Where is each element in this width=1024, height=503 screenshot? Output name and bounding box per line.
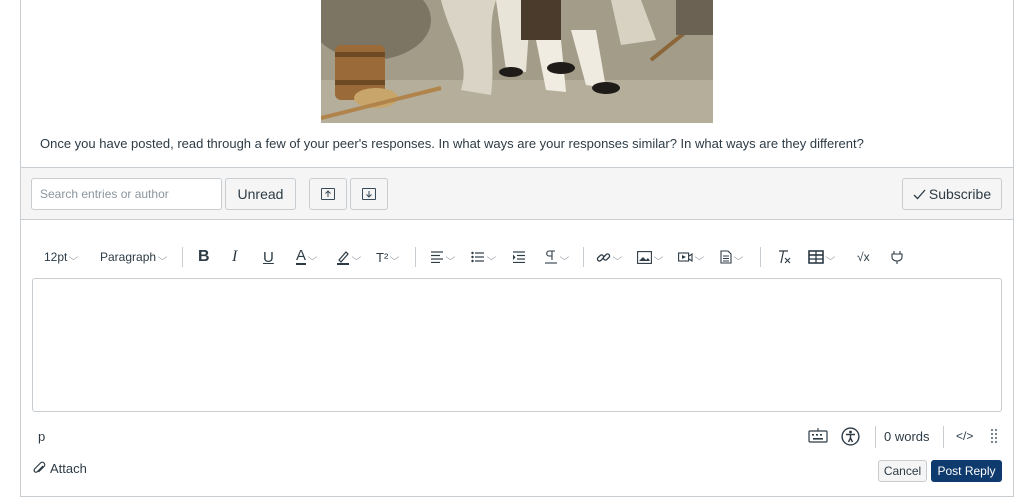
block-format-select[interactable]: Paragraph ⌵ [100,244,168,270]
toolbar-divider [415,247,416,267]
image-icon [637,250,652,264]
paragraph-direction-icon [545,250,557,264]
resize-handle[interactable] [990,427,998,445]
toolbar-divider [760,247,761,267]
accessibility-icon [841,427,860,446]
editor-content-area[interactable] [32,278,1002,412]
underline-icon: U [263,248,274,266]
link-icon [596,252,611,262]
painting-image [321,0,713,123]
align-button[interactable]: ⌵ [430,244,456,270]
bulleted-list-icon [471,251,484,263]
clear-formatting-button[interactable] [776,244,791,270]
superscript-button[interactable]: T² ⌵ [376,244,400,270]
paperclip-icon [33,461,46,473]
font-size-value: 12pt [44,250,68,264]
toolbar-divider [182,247,183,267]
indent-button[interactable] [512,244,526,270]
font-size-select[interactable]: 12pt ⌵ [44,244,79,270]
square-root-icon: √x [857,250,870,264]
bold-button[interactable]: B [198,244,210,270]
unread-button[interactable]: Unread [225,178,296,210]
checkmark-icon [913,189,926,199]
list-button[interactable]: ⌵ [471,244,497,270]
highlighter-icon [337,251,349,265]
discussion-toolbar: Unread Subscribe [21,167,1013,220]
table-icon [808,250,824,264]
apps-button[interactable] [890,244,904,270]
drag-handle-icon [990,428,998,444]
element-path[interactable]: p [38,429,45,444]
editor-statusbar: p 0 words </> [32,424,1002,450]
chevron-down-icon: ⌵ [559,251,570,262]
chevron-down-icon: ⌵ [68,251,79,262]
keyboard-shortcuts-button[interactable] [808,427,828,443]
table-button[interactable]: ⌵ [808,244,836,270]
superscript-icon: T² [376,249,389,265]
align-left-icon [431,251,443,263]
text-color-button[interactable]: A ⌵ [296,244,318,270]
word-count[interactable]: 0 words [884,429,930,444]
underline-button[interactable]: U [263,244,274,270]
attach-label: Attach [50,461,87,476]
chevron-down-icon: ⌵ [307,251,318,262]
chevron-down-icon: ⌵ [389,251,400,262]
highlight-color-button[interactable]: ⌵ [336,244,362,270]
chevron-down-icon: ⌵ [486,251,497,262]
accessibility-checker-button[interactable] [841,427,860,446]
chevron-down-icon: ⌵ [351,251,362,262]
discussion-prompt: Once you have posted, read through a few… [40,136,864,151]
clear-formatting-icon [779,250,791,264]
arrow-up-icon [321,188,335,200]
html-editor-toggle[interactable]: </> [956,429,973,443]
editor-toolbar: 12pt ⌵ Paragraph ⌵ B I U A ⌵ ⌵ T² ⌵ ⌵ ⌵ … [34,244,914,270]
statusbar-divider [875,426,876,448]
chevron-down-icon: ⌵ [825,251,836,262]
keyboard-icon [808,428,828,443]
plug-icon [891,250,903,264]
statusbar-divider [943,426,944,448]
subscribe-button[interactable]: Subscribe [902,178,1002,210]
block-format-value: Paragraph [100,250,157,264]
chevron-down-icon: ⌵ [445,251,456,262]
chevron-down-icon: ⌵ [733,251,744,262]
math-equation-button[interactable]: √x [857,244,870,270]
subscribe-label: Subscribe [928,186,992,202]
media-button[interactable]: ⌵ [678,244,705,270]
bold-icon: B [198,248,210,265]
chevron-down-icon: ⌵ [653,251,664,262]
toolbar-divider [583,247,584,267]
expand-all-button[interactable] [350,178,388,210]
image-button[interactable]: ⌵ [637,244,664,270]
collapse-all-button[interactable] [309,178,347,210]
link-button[interactable]: ⌵ [596,244,623,270]
italic-button[interactable]: I [232,244,237,270]
cancel-button[interactable]: Cancel [878,460,927,482]
chevron-down-icon: ⌵ [694,251,705,262]
media-icon [678,251,693,262]
post-reply-button[interactable]: Post Reply [931,460,1002,482]
document-icon [720,250,732,264]
attach-button[interactable]: Attach [32,461,87,476]
chevron-down-icon: ⌵ [612,251,623,262]
text-direction-button[interactable]: ⌵ [544,244,570,270]
text-color-icon: A [296,247,307,265]
search-input[interactable] [31,178,222,210]
arrow-down-icon [362,188,376,200]
document-button[interactable]: ⌵ [720,244,744,270]
indent-icon [513,251,525,263]
italic-icon: I [232,248,238,265]
chevron-down-icon: ⌵ [157,251,168,262]
